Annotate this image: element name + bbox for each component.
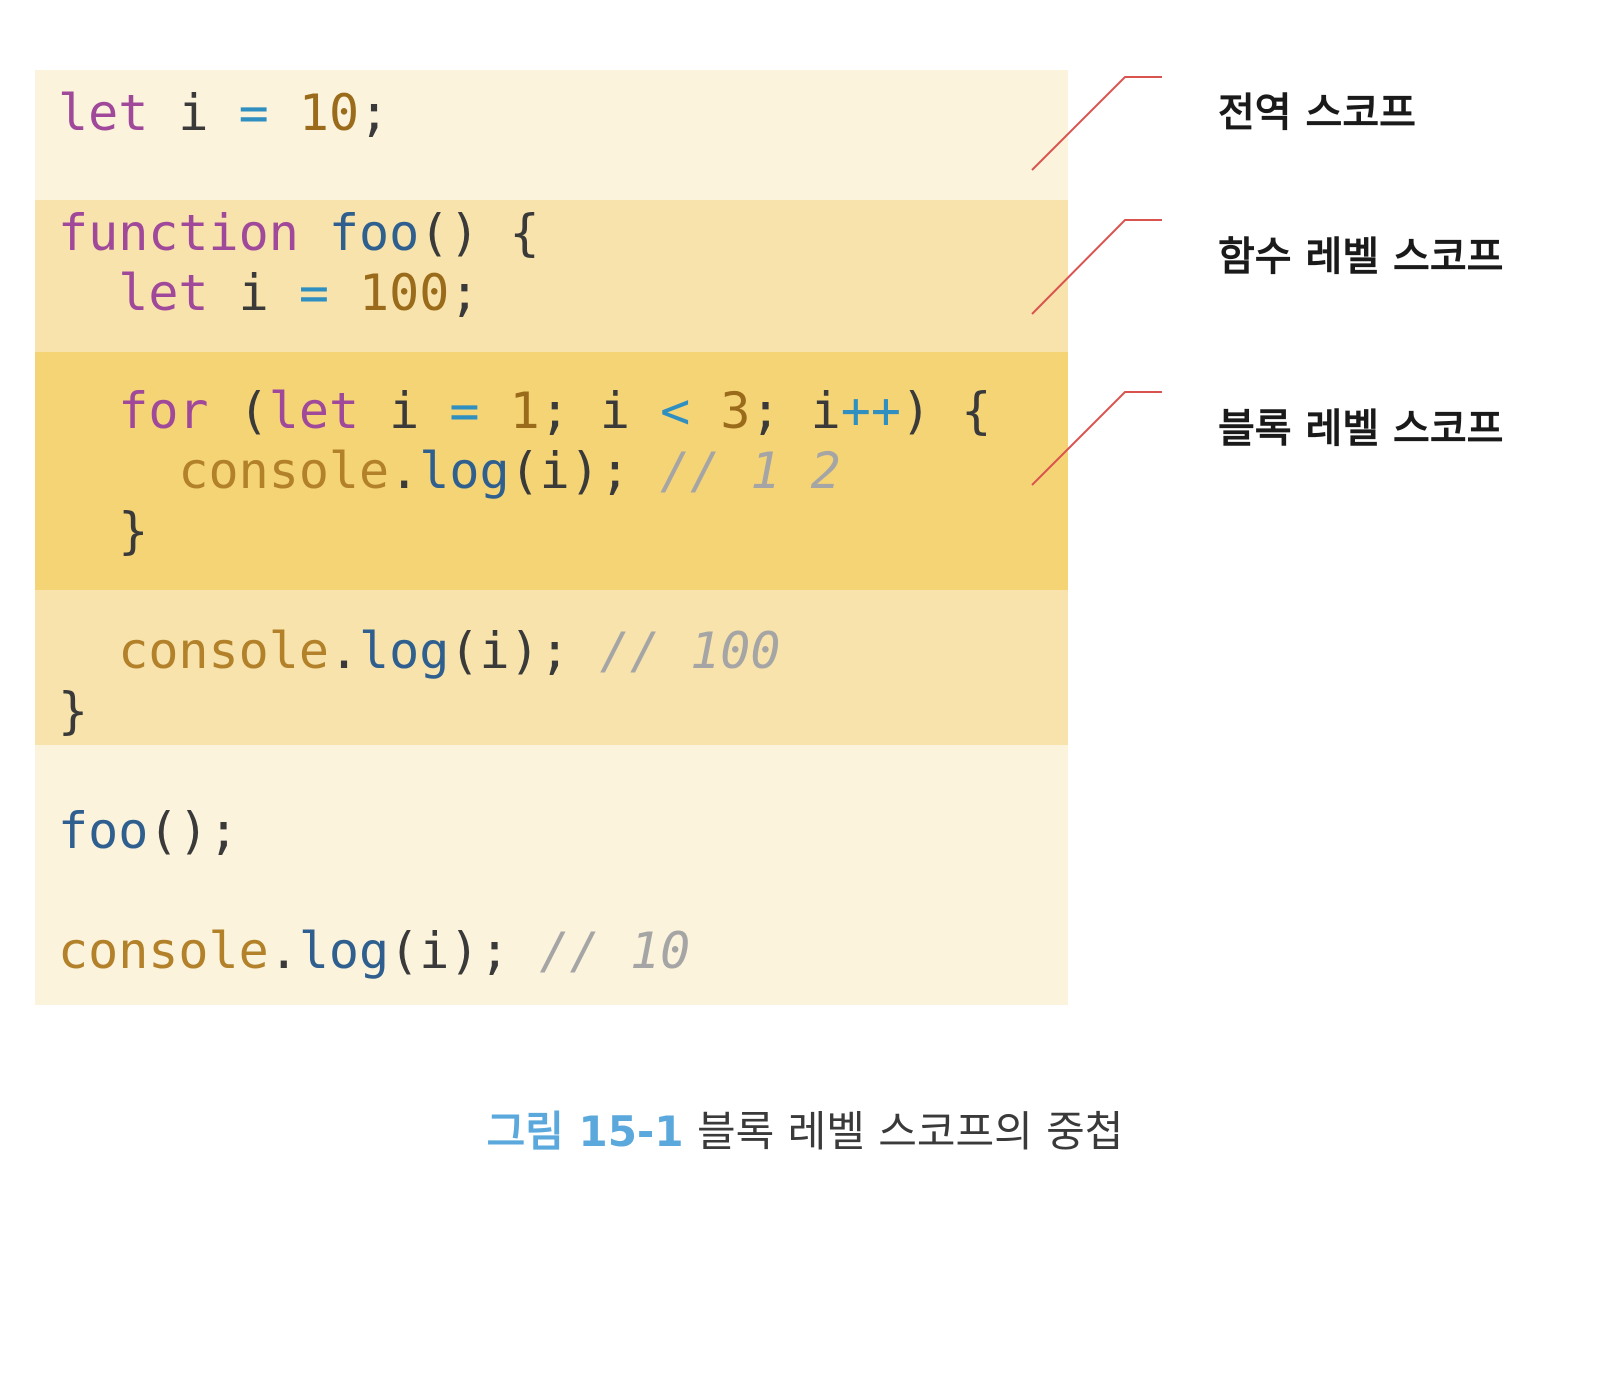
label-function-scope: 함수 레벨 스코프: [1218, 234, 1504, 280]
figure-title: 블록 레벨 스코프의 중첩: [683, 1107, 1124, 1156]
leader-line-function: [1031, 219, 1162, 315]
leader-line-global: [1031, 76, 1162, 171]
leader-line-block: [1031, 391, 1162, 486]
figure-number: 그림 15-1: [486, 1107, 684, 1156]
figure-caption: 그림 15-1 블록 레벨 스코프의 중첩: [0, 1098, 1610, 1159]
leader-lines: [1031, 76, 1162, 486]
label-global-scope: 전역 스코프: [1218, 90, 1416, 136]
label-block-scope: 블록 레벨 스코프: [1218, 406, 1504, 452]
